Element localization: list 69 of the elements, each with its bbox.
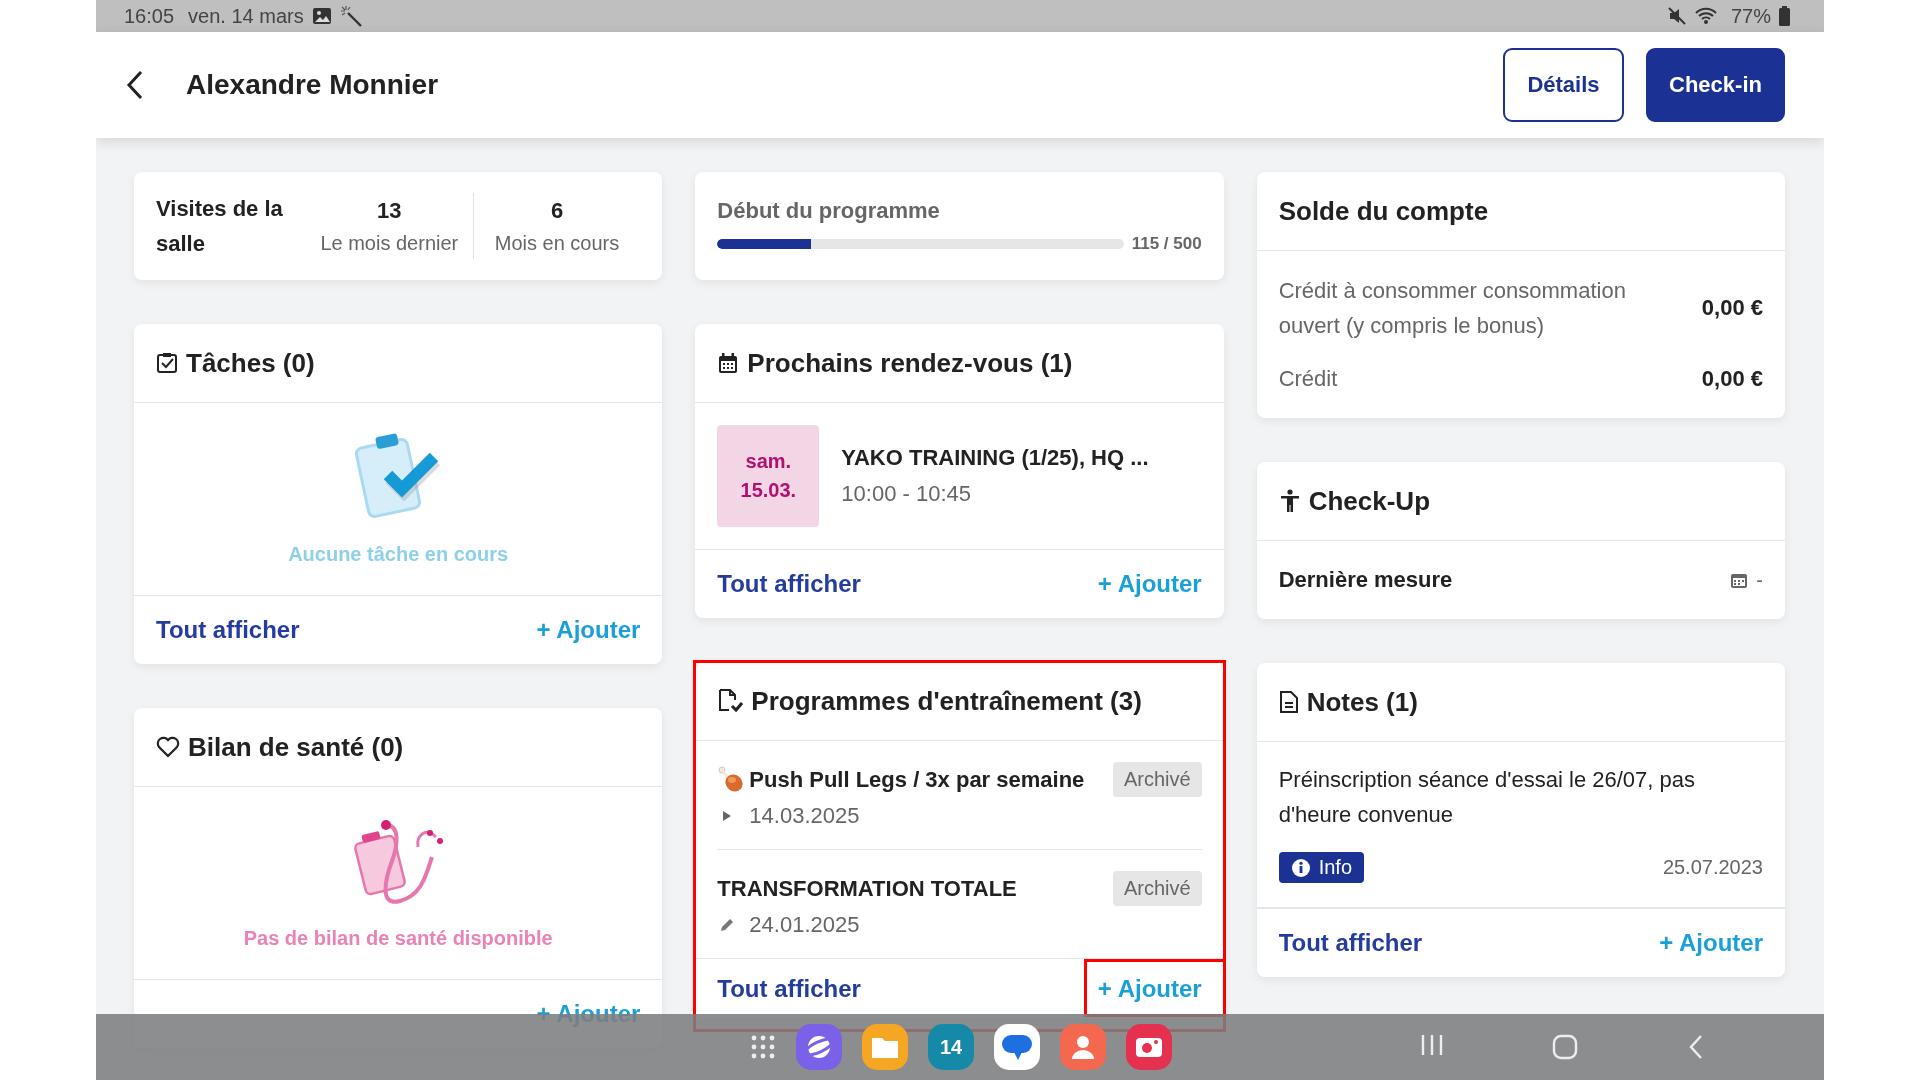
program-date: 24.01.2025	[749, 912, 860, 938]
view-all-link[interactable]: Tout afficher	[717, 570, 861, 598]
checkbox-icon	[156, 352, 178, 374]
card-title: Check-Up	[1308, 485, 1430, 517]
note-text: Préinscription séance d'essai le 26/07, pas d'heure convenue	[1278, 766, 1696, 829]
mute-icon	[1666, 6, 1687, 26]
stat-label: Le mois dernier	[320, 231, 459, 255]
heart-icon	[156, 736, 180, 758]
back-icon[interactable]	[126, 70, 144, 100]
document-icon	[717, 688, 744, 714]
card-title: Tâches (0)	[186, 347, 315, 379]
stat-label: Mois en cours	[494, 231, 620, 255]
image-icon	[311, 6, 332, 26]
balance-value: 0,00 €	[1701, 365, 1763, 392]
note-date: 25.07.2023	[1662, 856, 1763, 879]
contact-app-icon[interactable]	[1060, 1024, 1106, 1070]
empty-state-text: Aucune tâche en cours	[288, 542, 509, 566]
card-title: Programmes d'entraînement (3)	[751, 685, 1142, 717]
measure-label: Dernière mesure	[1278, 567, 1453, 593]
date-day: sam.	[745, 450, 792, 473]
program-start-title: Début du programme	[717, 198, 941, 224]
info-icon	[1290, 857, 1311, 878]
progress-reading: 115 / 500	[1131, 234, 1202, 254]
program-date: 14.03.2025	[749, 803, 860, 829]
balance-label: Crédit à consommer consommation ouvert (y compris le bonus)	[1278, 277, 1627, 340]
visits-title: Visites de la salle	[156, 195, 284, 258]
appointment-time: 10:00 - 10:45	[841, 481, 972, 507]
archived-badge: Archivé	[1112, 762, 1202, 797]
app-grid-icon[interactable]	[750, 1034, 776, 1060]
battery-icon	[1779, 6, 1790, 26]
magic-wand-icon	[339, 5, 362, 27]
camera-app-icon[interactable]	[1126, 1024, 1172, 1070]
card-title: Solde du compte	[1278, 195, 1489, 227]
recent-apps-icon[interactable]	[1420, 1034, 1444, 1056]
stat-value: 6	[550, 197, 564, 224]
check-in-button[interactable]: Check-in	[1646, 48, 1785, 122]
chat-app-icon[interactable]	[994, 1024, 1040, 1070]
home-icon[interactable]	[1552, 1034, 1578, 1060]
status-time: 16:05	[124, 4, 175, 28]
accessibility-icon	[1278, 489, 1301, 513]
info-tag: Info	[1278, 852, 1364, 883]
card-title: Prochains rendez-vous (1)	[747, 347, 1073, 379]
browser-app-icon[interactable]	[796, 1024, 842, 1070]
status-date: ven. 14 mars	[188, 4, 304, 28]
balance-value: 0,00 €	[1701, 295, 1763, 321]
program-name[interactable]: TRANSFORMATION TOTALE	[717, 875, 1017, 902]
page-title: Alexandre Monnier	[186, 69, 439, 101]
balance-label: Crédit	[1278, 365, 1339, 393]
calendar-app-icon[interactable]: 14	[928, 1024, 974, 1070]
document-icon	[1278, 690, 1299, 714]
stat-value: 13	[377, 197, 402, 224]
empty-state-text: Pas de bilan de santé disponible	[243, 926, 553, 950]
appointment-title[interactable]: YAKO TRAINING (1/25), HQ ...	[841, 445, 1149, 471]
card-title: Bilan de santé (0)	[188, 731, 404, 763]
date-text: 15.03.	[740, 479, 797, 502]
battery-percent: 77%	[1730, 4, 1771, 28]
details-button[interactable]: Détails	[1503, 48, 1624, 122]
view-all-link[interactable]: Tout afficher	[156, 616, 300, 644]
view-all-link[interactable]: Tout afficher	[1278, 929, 1423, 957]
pencil-icon	[719, 917, 736, 933]
calendar-icon	[1730, 571, 1749, 589]
measure-value: -	[1756, 568, 1763, 592]
wifi-icon	[1694, 6, 1717, 26]
archived-badge: Archivé	[1112, 871, 1202, 906]
folder-app-icon[interactable]	[862, 1024, 908, 1070]
calendar-icon	[717, 352, 740, 374]
card-title: Notes (1)	[1306, 686, 1418, 718]
view-all-link[interactable]: Tout afficher	[717, 975, 861, 1003]
program-name[interactable]: Push Pull Legs / 3x par semaine	[749, 766, 1085, 793]
